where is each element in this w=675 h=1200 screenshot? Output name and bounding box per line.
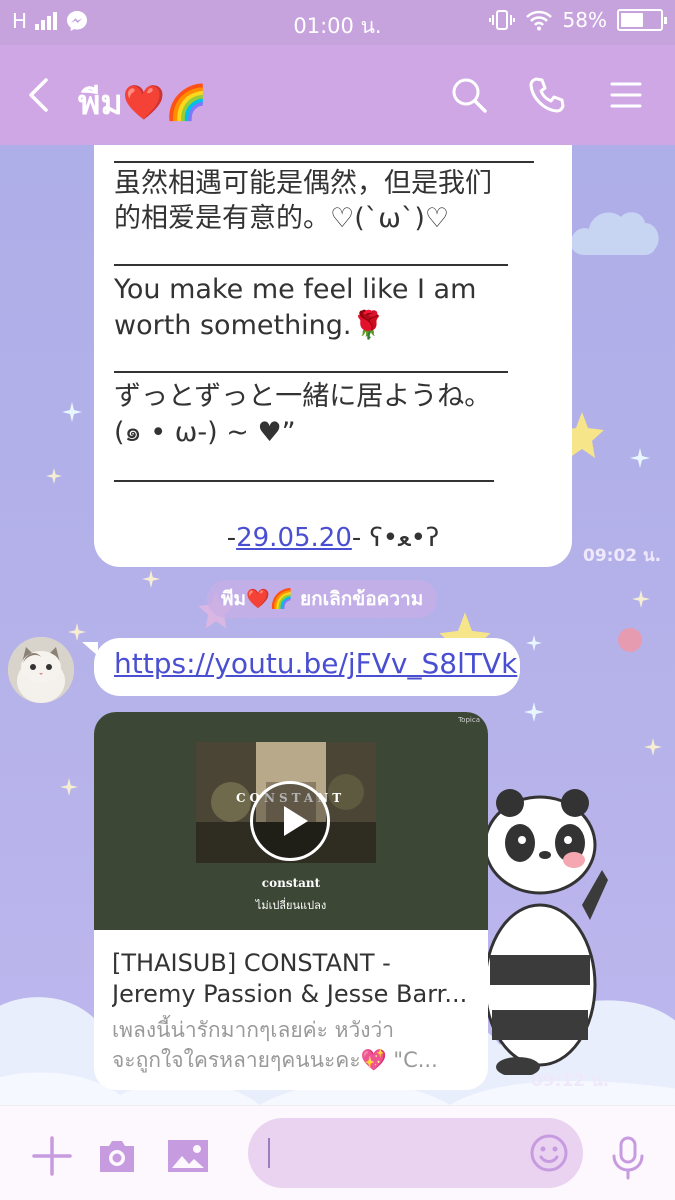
- card-title: [THAISUB] CONSTANT - Jeremy Passion & Je…: [112, 949, 468, 1008]
- plus-icon[interactable]: [32, 1136, 72, 1176]
- sparkle-icon: [630, 448, 650, 468]
- message-line: You make me feel like I am: [114, 274, 477, 305]
- menu-icon[interactable]: [606, 75, 646, 115]
- sparkle-icon: [644, 738, 662, 756]
- sparkle-icon: [62, 402, 82, 422]
- message-bubble-link[interactable]: https://youtu.be/jFVv_S8lTVk: [82, 638, 520, 696]
- message-line: 虽然相遇可能是偶然，但是我们: [114, 168, 492, 199]
- phone-icon[interactable]: [527, 75, 567, 115]
- sparkle-icon: [68, 623, 86, 641]
- sparkle-icon: [524, 702, 544, 722]
- divider-line: [114, 480, 494, 482]
- message-signature: -29.05.20- ʕ•ﻌ•ʔ: [226, 523, 440, 553]
- sparkle-icon: [632, 590, 650, 608]
- song-title: constant: [261, 876, 321, 890]
- sparkle-icon: [46, 468, 62, 484]
- sparkle-icon: [142, 570, 160, 588]
- message-line: 的相爱是有意的。♡(`ω`)♡: [114, 203, 450, 234]
- play-icon[interactable]: [250, 781, 330, 861]
- card-description: เพลงนี้น่ารักมากๆเลยค่ะ หวังว่า จะถูกใจใ…: [112, 1018, 438, 1072]
- planet-icon: [618, 628, 642, 652]
- youtube-link[interactable]: https://youtu.be/jFVv_S8lTVk: [114, 647, 517, 680]
- chat-title[interactable]: พีม❤️🌈: [78, 75, 208, 129]
- text-cursor: [268, 1138, 270, 1168]
- cloud-icon: [570, 212, 659, 255]
- message-input[interactable]: [248, 1118, 583, 1188]
- panda-sticker: [483, 789, 608, 1075]
- divider-line: [114, 264, 508, 266]
- message-line: ずっとずっと一緒に居ようね。: [114, 381, 492, 412]
- battery-icon: [617, 9, 667, 31]
- wifi-icon: [525, 10, 552, 31]
- system-message-unsent: พีม❤️🌈 ยกเลิกข้อความ: [207, 580, 438, 618]
- divider-line: [114, 161, 534, 163]
- message-time: 09:02 น.: [583, 546, 662, 566]
- divider-line: [114, 371, 508, 373]
- sparkle-icon: [526, 635, 542, 651]
- chat-area[interactable]: 虽然相遇可能是偶然，但是我们 的相爱是有意的。♡(`ω`)♡ You make …: [0, 145, 675, 1105]
- song-subtitle: ไม่เปลี่ยนแปลง: [255, 899, 327, 912]
- battery-percent: 58%: [562, 8, 607, 32]
- search-icon[interactable]: [449, 75, 489, 115]
- camera-icon[interactable]: [96, 1136, 138, 1176]
- input-bar: [0, 1105, 675, 1200]
- back-icon[interactable]: [22, 75, 56, 115]
- date-link[interactable]: 29.05.20: [236, 523, 352, 553]
- message-bubble-quote[interactable]: 虽然相遇可能是偶然，但是我们 的相爱是有意的。♡(`ω`)♡ You make …: [94, 145, 572, 567]
- emoji-icon[interactable]: [529, 1133, 569, 1173]
- message-line: worth something.🌹: [114, 310, 386, 341]
- thumbnail-brand: Topica: [458, 716, 480, 724]
- link-preview-card[interactable]: Topica CONSTANT constant ไม่เปลี่ยนแปลง …: [94, 712, 488, 1090]
- microphone-icon[interactable]: [610, 1136, 646, 1180]
- sparkle-icon: [60, 778, 78, 796]
- status-bar: H 01:00 น. 58%: [0, 0, 675, 45]
- message-line: (๑ • ω-) ~ ♥”: [114, 417, 296, 448]
- avatar[interactable]: [8, 637, 74, 703]
- video-thumbnail[interactable]: Topica CONSTANT constant ไม่เปลี่ยนแปลง: [94, 712, 488, 930]
- cat-avatar-image: [8, 637, 74, 703]
- image-icon[interactable]: [166, 1136, 210, 1176]
- vibrate-icon: [488, 10, 515, 30]
- chat-header: พีม❤️🌈: [0, 45, 675, 145]
- message-time: 09:12 น.: [531, 1071, 610, 1091]
